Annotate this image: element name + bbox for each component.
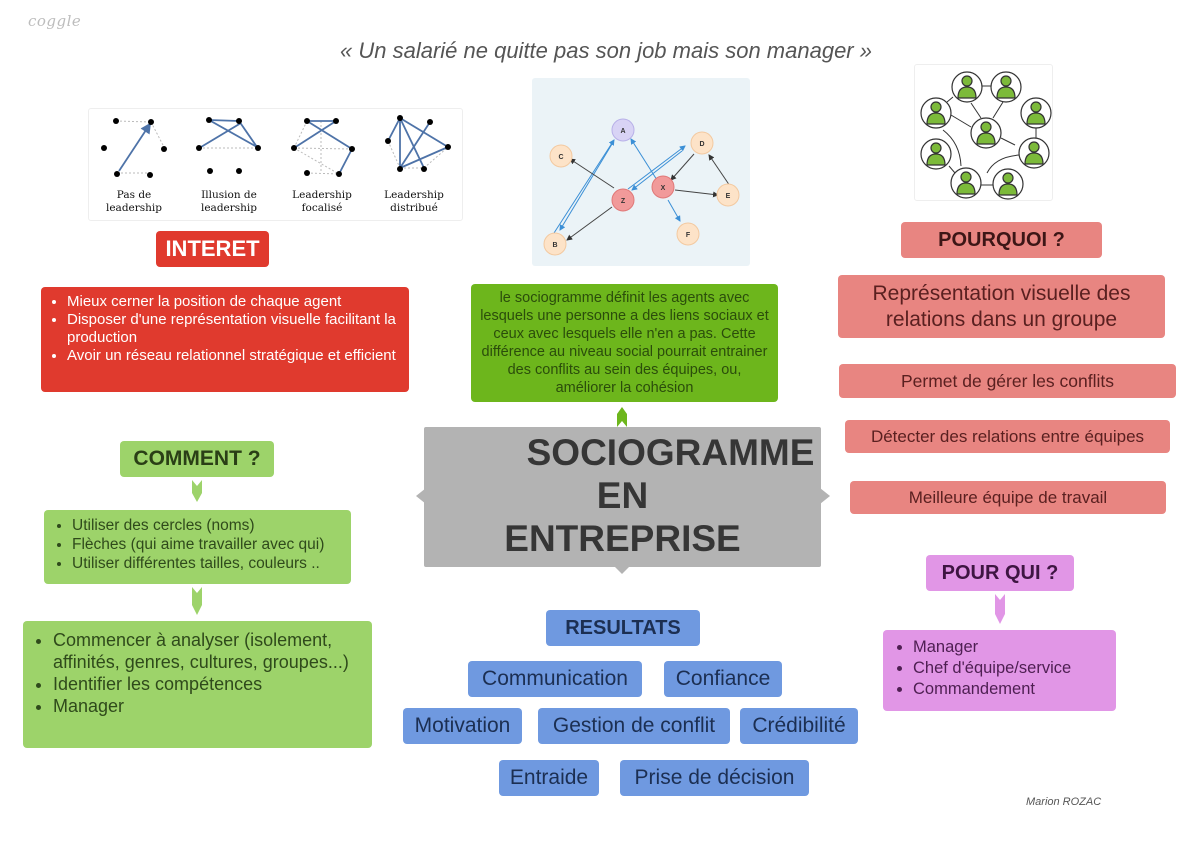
connector-down-arrow: [192, 480, 202, 502]
comment-item: Flèches (qui aime travailler avec qui): [72, 535, 347, 554]
interet-item: Avoir un réseau relationnel stratégique …: [67, 347, 401, 365]
diagram-illusion-de-leadership: [196, 117, 261, 174]
comment-next-item: Commencer à analyser (isolement, affinit…: [53, 629, 366, 673]
svg-text:E: E: [726, 193, 731, 200]
pour-qui-item: Commandement: [913, 679, 1112, 700]
person-icon: [950, 167, 982, 199]
person-icon: [951, 71, 983, 103]
diagram-leadership-distribue: [385, 115, 451, 172]
pour-qui-item: Chef d'équipe/service: [913, 658, 1112, 679]
pour-qui-list-box[interactable]: Manager Chef d'équipe/service Commandeme…: [883, 630, 1116, 711]
svg-text:C: C: [558, 154, 563, 161]
connector-up-arrow: [617, 407, 627, 427]
svg-text:F: F: [686, 232, 691, 239]
node-D: D: [690, 131, 714, 155]
node-A: A: [611, 118, 635, 142]
interet-item: Disposer d'une représentation visuelle f…: [67, 311, 401, 347]
svg-text:D: D: [699, 141, 704, 148]
sociogram-example-image: A B C D E F X Z: [532, 78, 750, 266]
resultat-motivation[interactable]: Motivation: [403, 708, 522, 744]
pourquoi-item-relations[interactable]: Détecter des relations entre équipes: [845, 420, 1170, 453]
connector-down-arrow: [995, 594, 1005, 624]
comment-next-item: Identifier les compétences: [53, 673, 366, 695]
svg-text:B: B: [552, 242, 557, 249]
central-topic[interactable]: SOCIOGRAMME EN ENTREPRISE: [424, 427, 821, 567]
pour-qui-item: Manager: [913, 637, 1112, 658]
caption-line: leadership: [105, 202, 163, 214]
node-C: C: [549, 144, 573, 168]
resultat-gestion-de-conflit[interactable]: Gestion de conflit: [538, 708, 730, 744]
people-network-image: [914, 64, 1053, 201]
leadership-diagrams: [101, 115, 451, 178]
svg-text:Z: Z: [621, 198, 626, 205]
caption-leadership-distribue: Leadership distribué: [374, 189, 454, 215]
caption-line: Leadership: [384, 189, 444, 201]
resultats-title[interactable]: RESULTATS: [546, 610, 700, 646]
connector-down-arrow: [192, 587, 202, 615]
central-bottom-pointer: [614, 566, 630, 574]
person-icon: [920, 97, 952, 129]
caption-line: Pas de: [116, 189, 152, 201]
resultat-prise-de-decision[interactable]: Prise de décision: [620, 760, 809, 796]
central-line-1: SOCIOGRAMME: [526, 432, 815, 473]
resultat-credibilite[interactable]: Crédibilité: [740, 708, 858, 744]
interet-title[interactable]: INTERET: [156, 231, 269, 267]
quote-title: « Un salarié ne quitte pas son job mais …: [340, 38, 872, 63]
caption-line: Illusion de: [201, 189, 257, 201]
node-F: F: [676, 222, 700, 246]
person-icon: [992, 168, 1024, 200]
caption-line: Leadership: [292, 189, 352, 201]
central-right-pointer: [820, 488, 830, 504]
person-icon: [990, 71, 1022, 103]
diagram-leadership-focalise: [291, 118, 355, 177]
sociogram-graph: A B C D E F X Z: [543, 118, 740, 256]
pourquoi-item-representation[interactable]: Représentation visuelle des relations da…: [838, 275, 1165, 338]
central-line-2: EN: [596, 475, 649, 516]
comment-item: Utiliser différentes tailles, couleurs .…: [72, 554, 347, 573]
pourquoi-title[interactable]: POURQUOI ?: [901, 222, 1102, 258]
caption-pas-de-leadership: Pas de leadership: [94, 189, 174, 215]
interet-list-box[interactable]: Mieux cerner la position de chaque agent…: [41, 287, 409, 392]
author-name: Marion ROZAC: [1026, 796, 1102, 808]
central-line-3: ENTREPRISE: [504, 518, 741, 559]
interet-list: Mieux cerner la position de chaque agent…: [43, 293, 401, 365]
caption-line: distribué: [390, 202, 438, 214]
svg-text:X: X: [661, 185, 666, 192]
person-icon: [1020, 97, 1052, 129]
resultat-communication[interactable]: Communication: [468, 661, 642, 697]
svg-text:A: A: [620, 128, 625, 135]
caption-leadership-focalise: Leadership focalisé: [282, 189, 362, 215]
caption-line: focalisé: [301, 202, 343, 214]
caption-line: leadership: [200, 202, 258, 214]
comment-list-box[interactable]: Utiliser des cercles (noms) Flèches (qui…: [44, 510, 351, 584]
comment-list: Utiliser des cercles (noms) Flèches (qui…: [48, 516, 347, 573]
definition-box[interactable]: le sociogramme définit les agents avec l…: [471, 284, 778, 402]
coggle-logo: coggle: [28, 12, 82, 30]
person-icon: [1018, 137, 1050, 169]
pourquoi-item-conflits[interactable]: Permet de gérer les conflits: [839, 364, 1176, 398]
comment-title[interactable]: COMMENT ?: [120, 441, 274, 477]
person-icon: [920, 138, 952, 170]
person-icon: [970, 117, 1002, 149]
pour-qui-title[interactable]: POUR QUI ?: [926, 555, 1074, 591]
diagram-pas-de-leadership: [101, 118, 167, 178]
node-B: B: [543, 232, 567, 256]
central-left-pointer: [416, 488, 426, 504]
caption-illusion-de-leadership: Illusion de leadership: [189, 189, 269, 215]
resultat-entraide[interactable]: Entraide: [499, 760, 599, 796]
interet-item: Mieux cerner la position de chaque agent: [67, 293, 401, 311]
resultat-confiance[interactable]: Confiance: [664, 661, 782, 697]
pour-qui-list: Manager Chef d'équipe/service Commandeme…: [889, 637, 1112, 700]
people-network-graph: [920, 71, 1052, 200]
comment-next-list: Commencer à analyser (isolement, affinit…: [29, 629, 366, 717]
comment-item: Utiliser des cercles (noms): [72, 516, 347, 535]
comment-next-item: Manager: [53, 695, 366, 717]
node-Z: Z: [611, 188, 635, 212]
node-X: X: [651, 175, 675, 199]
leadership-types-image: Pas de leadership Illusion de leadership…: [88, 108, 463, 221]
comment-next-list-box[interactable]: Commencer à analyser (isolement, affinit…: [23, 621, 372, 748]
pourquoi-item-equipe[interactable]: Meilleure équipe de travail: [850, 481, 1166, 514]
node-E: E: [716, 183, 740, 207]
